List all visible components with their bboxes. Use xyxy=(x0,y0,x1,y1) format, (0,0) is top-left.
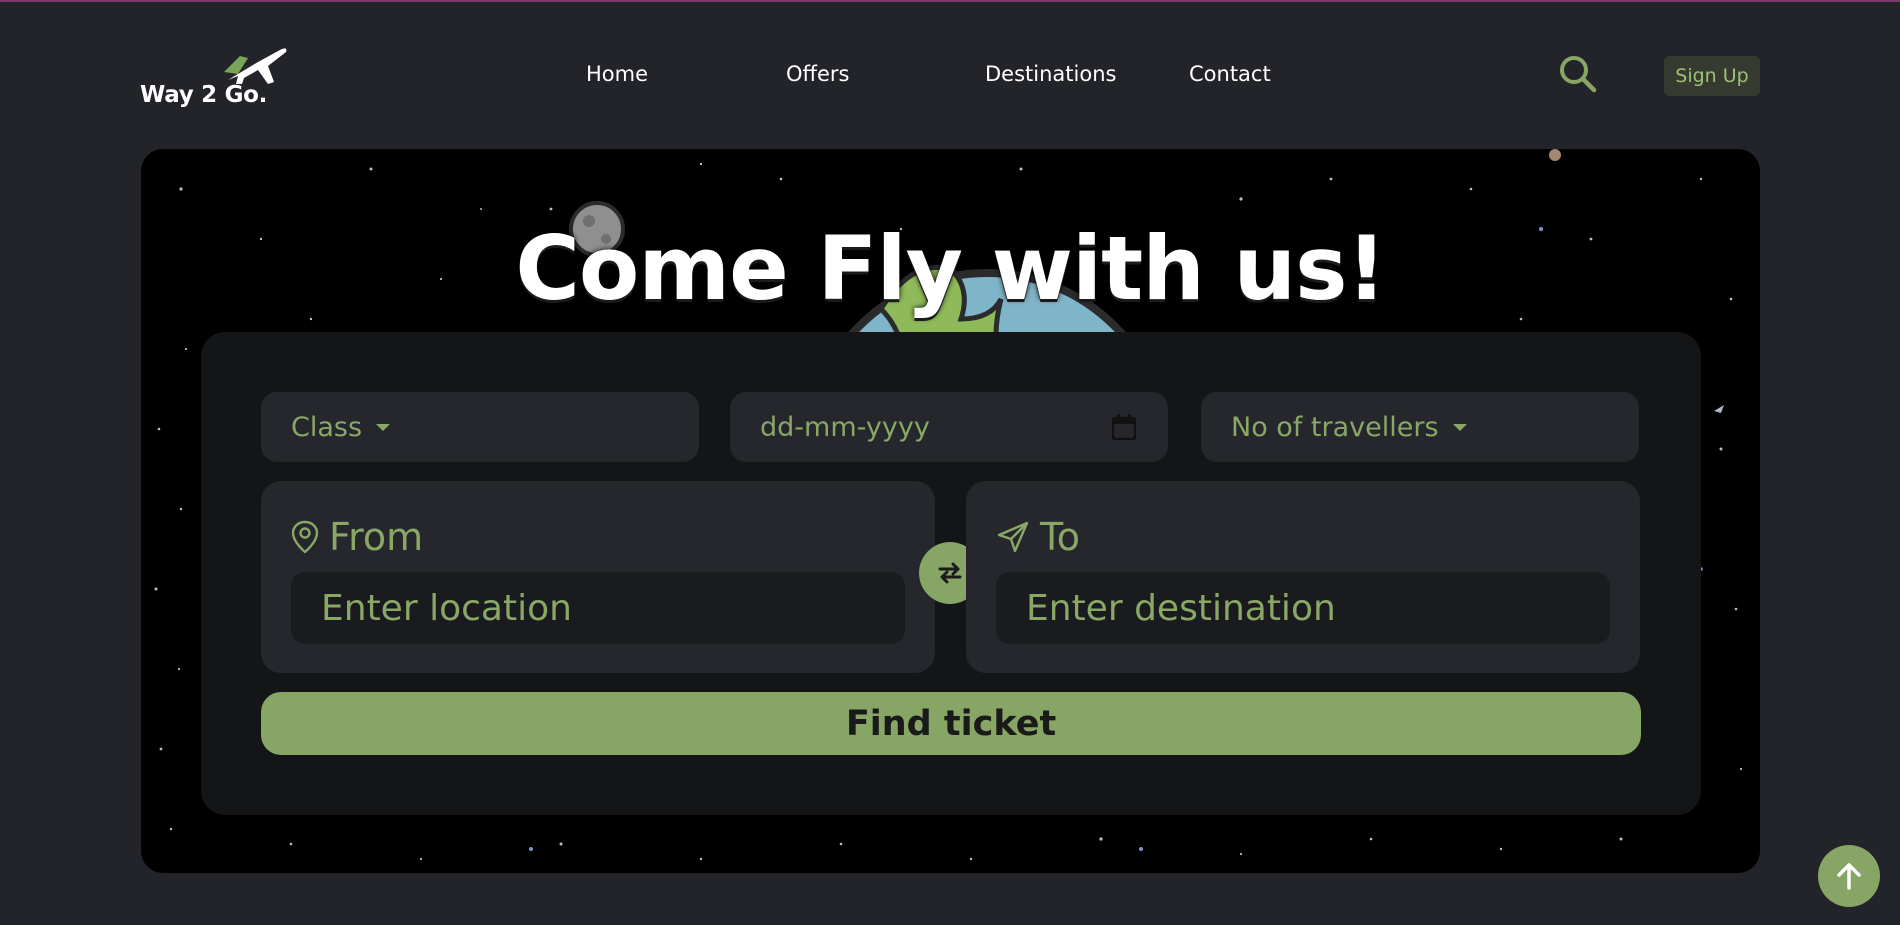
hero-title: Come Fly with us! xyxy=(515,217,1386,320)
map-pin-icon xyxy=(291,520,319,554)
from-label: From xyxy=(329,515,424,559)
travellers-dropdown-label: No of travellers xyxy=(1231,411,1439,443)
chevron-down-icon xyxy=(1452,423,1467,431)
calendar-icon[interactable] xyxy=(1112,414,1136,440)
from-field-group: From xyxy=(261,481,935,673)
from-label-row: From xyxy=(291,515,423,559)
date-input[interactable]: dd-mm-yyyy xyxy=(730,392,1168,462)
to-label: To xyxy=(1040,515,1081,559)
to-destination-input[interactable] xyxy=(996,572,1610,644)
to-label-row: To xyxy=(996,515,1080,559)
search-button[interactable] xyxy=(1558,54,1598,94)
nav-home-link[interactable]: Home xyxy=(586,62,648,86)
send-icon xyxy=(997,521,1029,553)
logo-text: Way 2 Go. xyxy=(140,82,268,108)
airplane-icon xyxy=(224,48,287,84)
flight-search-panel: Class dd-mm-yyyy No of travellers From E… xyxy=(201,332,1701,815)
nav-offers-link[interactable]: Offers xyxy=(786,62,850,86)
arrow-up-icon xyxy=(1837,863,1861,890)
scroll-to-top-button[interactable] xyxy=(1818,845,1880,907)
class-dropdown-label: Class xyxy=(291,411,363,443)
signup-button[interactable]: Sign Up xyxy=(1664,56,1760,96)
travellers-dropdown[interactable]: No of travellers xyxy=(1201,392,1639,462)
date-input-placeholder: dd-mm-yyyy xyxy=(760,411,930,443)
nav-contact-link[interactable]: Contact xyxy=(1189,62,1271,86)
nav-destinations-link[interactable]: Destinations xyxy=(985,62,1116,86)
find-ticket-button[interactable]: Find ticket xyxy=(261,692,1641,755)
class-dropdown[interactable]: Class xyxy=(261,392,699,462)
brand-logo[interactable]: Way 2 Go. xyxy=(140,44,290,112)
hero-section: Come Fly with us! Class dd-mm-yyyy No of… xyxy=(141,149,1760,873)
from-location-input[interactable] xyxy=(291,572,905,644)
to-field-group: To xyxy=(966,481,1640,673)
swap-arrows-icon xyxy=(938,562,962,584)
search-icon xyxy=(1560,56,1597,93)
chevron-down-icon xyxy=(376,423,391,431)
